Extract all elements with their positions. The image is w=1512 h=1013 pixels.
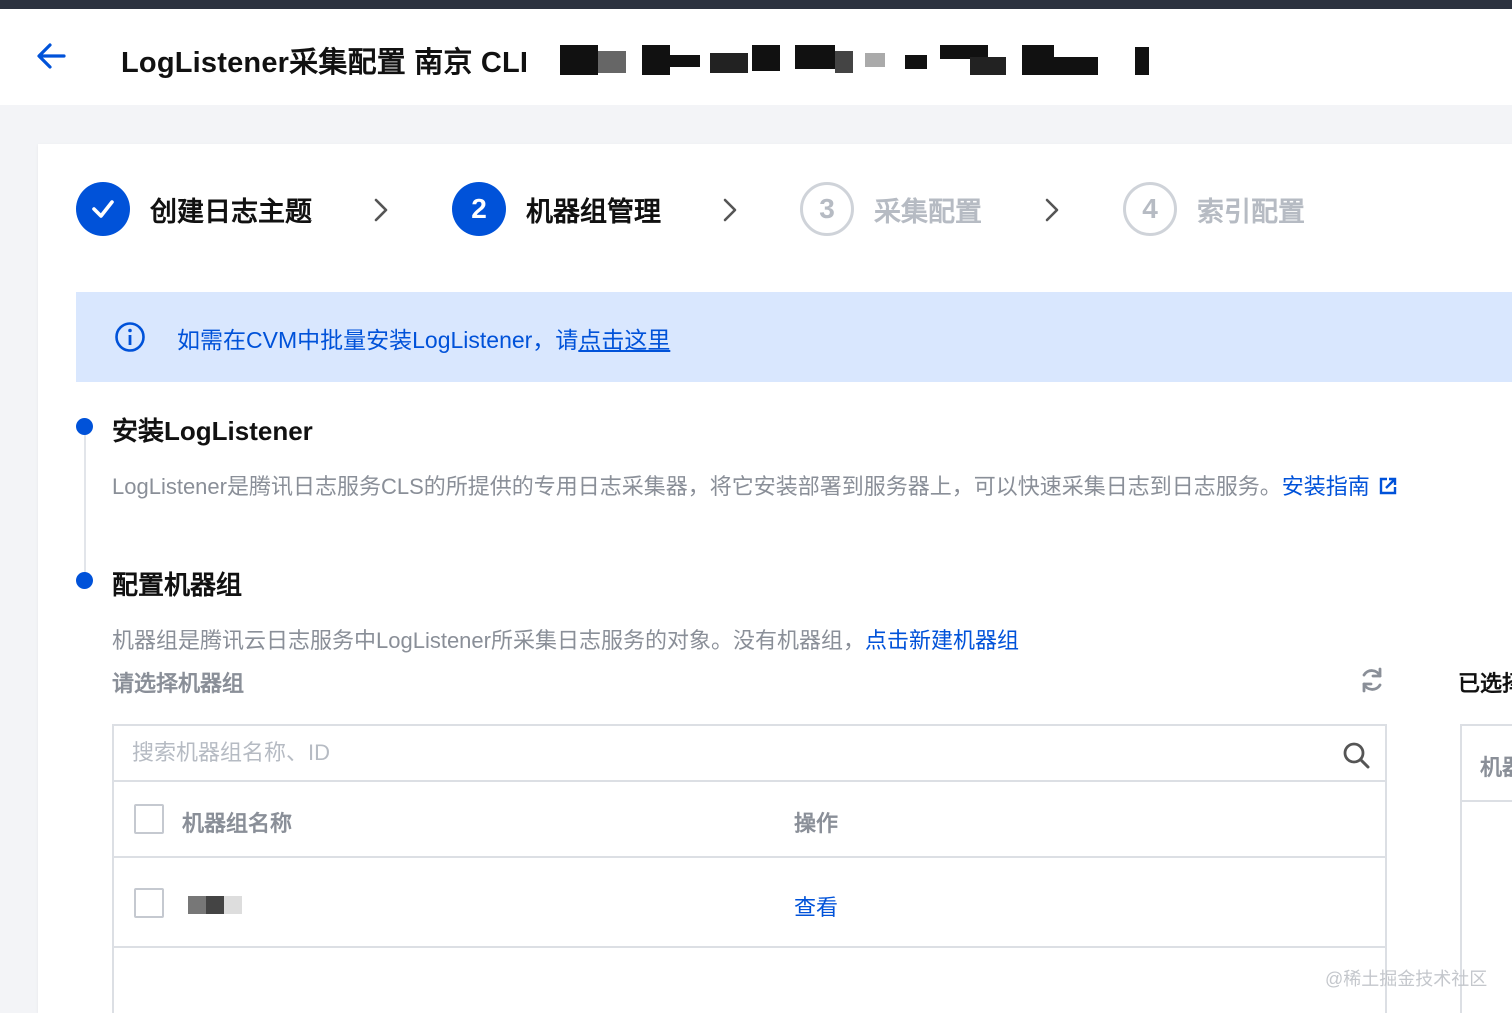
step-4-label: 索引配置: [1197, 196, 1305, 227]
install-section-title: 安装LogListener: [112, 416, 313, 446]
step-3-label: 采集配置: [874, 196, 982, 227]
step-2-label: 机器组管理: [526, 196, 661, 227]
info-icon: [115, 322, 145, 352]
search-row: [114, 726, 1385, 782]
chevron-right-icon: [723, 198, 737, 222]
wizard-card: 创建日志主题 2 机器组管理 3 采集配置 4 索引配置 如需在CVM中批量安装…: [38, 144, 1512, 1013]
column-header-name: 机器组名称: [182, 811, 293, 836]
row-checkbox[interactable]: [134, 888, 164, 918]
timeline-dot: [76, 418, 93, 435]
step-3[interactable]: 3 采集配置: [800, 182, 982, 236]
page-header: LogListener采集配置 南京 CLI: [0, 9, 1512, 105]
config-description: 机器组是腾讯云日志服务中LogListener所采集日志服务的对象。没有机器组，…: [112, 623, 1019, 655]
notice-message: 如需在CVM中批量安装LogListener，请: [177, 327, 579, 353]
step-2[interactable]: 2 机器组管理: [452, 182, 661, 236]
config-description-text: 机器组是腾讯云日志服务中LogListener所采集日志服务的对象。没有机器组，: [112, 628, 865, 653]
step-1-label: 创建日志主题: [150, 196, 312, 227]
create-machine-group-link[interactable]: 点击新建机器组: [865, 628, 1019, 653]
notice-link[interactable]: 点击这里: [578, 327, 670, 353]
step-2-circle: 2: [452, 182, 506, 236]
step-4[interactable]: 4 索引配置: [1123, 182, 1305, 236]
table-header: 机器组名称 操作: [114, 782, 1385, 858]
page-title: LogListener采集配置 南京 CLI: [121, 47, 529, 79]
redacted-title-area: [540, 41, 1160, 81]
step-1-circle: [76, 182, 130, 236]
install-description: LogListener是腾讯日志服务CLS的所提供的专用日志采集器，将它安装部署…: [112, 469, 1398, 501]
chevron-right-icon: [374, 198, 388, 222]
back-arrow-icon[interactable]: [34, 39, 68, 73]
step-1[interactable]: 创建日志主题: [76, 182, 312, 236]
external-link-icon[interactable]: [1378, 476, 1398, 496]
notice-text: 如需在CVM中批量安装LogListener，请点击这里: [177, 321, 670, 355]
search-input[interactable]: [132, 736, 1292, 770]
top-strip: [0, 0, 1512, 9]
watermark: @稀土掘金技术社区: [1325, 969, 1488, 989]
check-icon: [92, 200, 114, 218]
config-section-title: 配置机器组: [112, 570, 243, 600]
table-row: 查看: [114, 858, 1385, 948]
info-notice: 如需在CVM中批量安装LogListener，请点击这里: [76, 292, 1512, 382]
timeline-line: [84, 426, 86, 580]
chevron-right-icon: [1045, 198, 1059, 222]
select-all-checkbox[interactable]: [134, 804, 164, 834]
column-header-action: 操作: [794, 811, 839, 836]
selected-label: 已选择: [1458, 671, 1512, 696]
machine-group-table: 机器组名称 操作 查看: [112, 724, 1387, 1013]
step-4-circle: 4: [1123, 182, 1177, 236]
install-guide-link[interactable]: 安装指南: [1282, 474, 1370, 499]
view-link[interactable]: 查看: [794, 890, 838, 922]
selected-panel-header-label: 机器组: [1480, 755, 1512, 780]
install-description-text: LogListener是腾讯日志服务CLS的所提供的专用日志采集器，将它安装部署…: [112, 474, 1282, 499]
step-3-circle: 3: [800, 182, 854, 236]
masked-group-name: [188, 896, 246, 914]
selected-panel-header: 机器组: [1462, 726, 1512, 802]
select-machine-group-label: 请选择机器组: [112, 671, 245, 696]
timeline-dot: [76, 572, 93, 589]
search-icon[interactable]: [1341, 740, 1371, 770]
refresh-icon[interactable]: [1358, 666, 1386, 694]
